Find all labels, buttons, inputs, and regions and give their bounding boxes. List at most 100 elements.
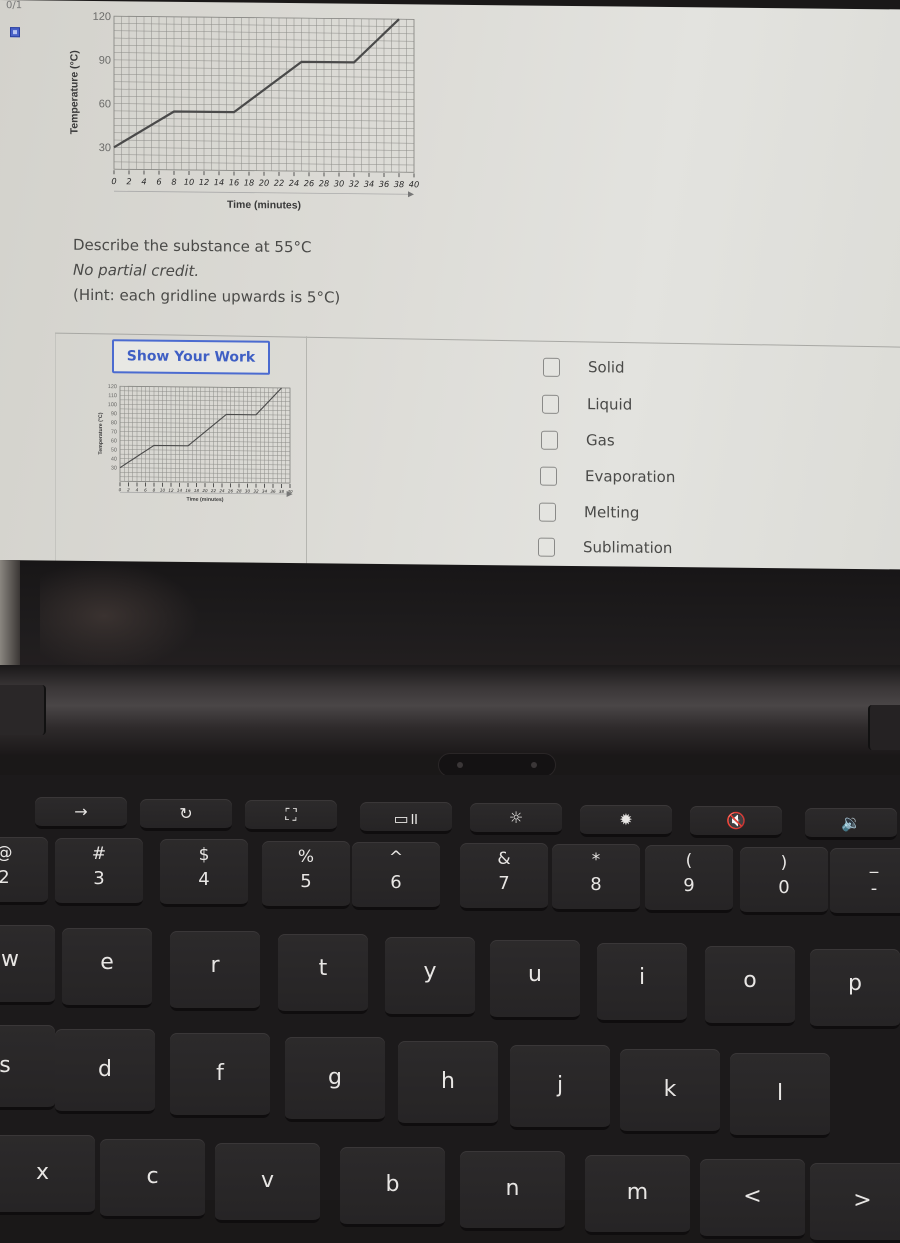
option-sublimation[interactable]: Sublimation bbox=[538, 536, 672, 559]
x-tick-label: 24 bbox=[289, 178, 299, 188]
key-o[interactable]: o bbox=[705, 946, 795, 1026]
key-t[interactable]: t bbox=[278, 934, 368, 1014]
key-s[interactable]: s bbox=[0, 1025, 55, 1110]
key-y[interactable]: y bbox=[385, 937, 475, 1017]
fullscreen-key[interactable]: ⛶ bbox=[245, 800, 337, 832]
option-liquid[interactable]: Liquid bbox=[542, 393, 632, 416]
key-f[interactable]: f bbox=[170, 1033, 270, 1118]
key-9[interactable]: (9 bbox=[645, 845, 733, 913]
key-shift-symbol: @ bbox=[0, 843, 48, 863]
laptop-hinge bbox=[0, 665, 900, 755]
mute-key[interactable]: 🔇 bbox=[690, 806, 782, 838]
key-4[interactable]: $4 bbox=[160, 839, 248, 907]
x-axis-label: Time (minutes) bbox=[227, 200, 301, 212]
key-c[interactable]: c bbox=[100, 1139, 205, 1219]
show-your-work-button[interactable]: Show Your Work bbox=[112, 339, 270, 375]
key-5[interactable]: %5 bbox=[262, 841, 350, 909]
x-tick-label: 30 bbox=[334, 178, 344, 188]
x-tick-label: 10 bbox=[184, 177, 194, 187]
key-shift-symbol: $ bbox=[160, 845, 248, 865]
x-tick-label: 8 bbox=[171, 177, 176, 187]
camera-slot bbox=[438, 753, 556, 777]
refresh-key[interactable]: ↻ bbox=[140, 799, 232, 831]
screen-bezel bbox=[0, 560, 900, 679]
mute-icon: 🔇 bbox=[690, 811, 782, 830]
brightness-up-icon: ✹ bbox=[580, 810, 672, 829]
score-indicator: 0/1 bbox=[6, 0, 22, 11]
key-x[interactable]: x bbox=[0, 1135, 95, 1215]
key-<[interactable]: < bbox=[700, 1159, 805, 1239]
key-v[interactable]: v bbox=[215, 1143, 320, 1223]
checkbox[interactable] bbox=[539, 502, 556, 521]
key-3[interactable]: #3 bbox=[55, 838, 143, 906]
key-m[interactable]: m bbox=[585, 1155, 690, 1235]
x-tick-label: 22 bbox=[274, 178, 284, 188]
volume-icon: 🔉 bbox=[805, 813, 897, 832]
x-tick-label: 36 bbox=[270, 489, 276, 494]
forward-key[interactable]: → bbox=[35, 797, 127, 829]
panel-divider bbox=[306, 336, 307, 566]
key-letter: t bbox=[278, 956, 368, 981]
y-tick-label: 60 bbox=[99, 98, 111, 110]
key-r[interactable]: r bbox=[170, 931, 260, 1011]
key-0[interactable]: )0 bbox=[740, 847, 828, 915]
option-melting[interactable]: Melting bbox=[539, 501, 639, 524]
y-tick-label: 100 bbox=[108, 402, 117, 408]
checkbox[interactable] bbox=[540, 466, 557, 485]
show-work-thumbnail-chart[interactable]: 3040506070809010011012002468101214161820… bbox=[80, 381, 300, 513]
option-gas[interactable]: Gas bbox=[541, 429, 615, 452]
key-letter: w bbox=[0, 947, 55, 972]
key-letter: l bbox=[730, 1081, 830, 1106]
key-letter: s bbox=[0, 1053, 55, 1078]
panel-border bbox=[55, 334, 56, 564]
key-8[interactable]: *8 bbox=[552, 844, 640, 912]
key-symbol: 4 bbox=[160, 869, 248, 890]
checkbox[interactable] bbox=[542, 394, 559, 413]
brightness-up-key[interactable]: ✹ bbox=[580, 805, 672, 837]
x-tick-label: 6 bbox=[156, 177, 161, 187]
key-n[interactable]: n bbox=[460, 1151, 565, 1231]
key-p[interactable]: p bbox=[810, 949, 900, 1029]
key-letter: e bbox=[62, 950, 152, 975]
y-tick-label: 30 bbox=[111, 466, 117, 472]
key-letter: j bbox=[510, 1073, 610, 1098]
key-symbol: - bbox=[830, 878, 900, 899]
key-w[interactable]: w bbox=[0, 925, 55, 1005]
key-l[interactable]: l bbox=[730, 1053, 830, 1138]
key-letter: c bbox=[100, 1164, 205, 1189]
key-letter: i bbox=[597, 965, 687, 990]
key-letter: b bbox=[340, 1172, 445, 1197]
key-symbol: 6 bbox=[352, 872, 440, 893]
x-tick-label: 38 bbox=[394, 179, 404, 189]
checkbox[interactable] bbox=[543, 357, 560, 376]
y-tick-label: 90 bbox=[111, 411, 117, 417]
key-2[interactable]: @2 bbox=[0, 837, 48, 905]
key-letter: r bbox=[170, 953, 260, 978]
question-nav-icon[interactable] bbox=[10, 27, 20, 37]
volume-key[interactable]: 🔉 bbox=[805, 808, 897, 840]
key-shift-symbol: ^ bbox=[352, 848, 440, 868]
brightness-down-key[interactable]: ☼ bbox=[470, 803, 562, 835]
key--[interactable]: _- bbox=[830, 848, 900, 916]
overview-key[interactable]: ▭॥ bbox=[360, 802, 452, 834]
key-g[interactable]: g bbox=[285, 1037, 385, 1122]
key-k[interactable]: k bbox=[620, 1049, 720, 1134]
key-h[interactable]: h bbox=[398, 1041, 498, 1126]
key-u[interactable]: u bbox=[490, 940, 580, 1020]
key->[interactable]: > bbox=[810, 1163, 900, 1243]
key-d[interactable]: d bbox=[55, 1029, 155, 1114]
keyboard: →↻⛶▭॥☼✹🔇🔉@2#3$4%5^6&7*8(9)0_-wertyuiopsd… bbox=[0, 775, 900, 1200]
checkbox[interactable] bbox=[538, 537, 555, 556]
key-b[interactable]: b bbox=[340, 1147, 445, 1227]
x-axis-arrowhead bbox=[408, 191, 414, 197]
y-tick-label: 50 bbox=[111, 447, 117, 453]
option-solid[interactable]: Solid bbox=[543, 356, 625, 379]
key-i[interactable]: i bbox=[597, 943, 687, 1023]
option-evaporation[interactable]: Evaporation bbox=[540, 465, 675, 488]
key-e[interactable]: e bbox=[62, 928, 152, 1008]
checkbox[interactable] bbox=[541, 430, 558, 449]
key-6[interactable]: ^6 bbox=[352, 842, 440, 910]
x-tick-label: 28 bbox=[319, 178, 329, 188]
key-j[interactable]: j bbox=[510, 1045, 610, 1130]
key-7[interactable]: &7 bbox=[460, 843, 548, 911]
